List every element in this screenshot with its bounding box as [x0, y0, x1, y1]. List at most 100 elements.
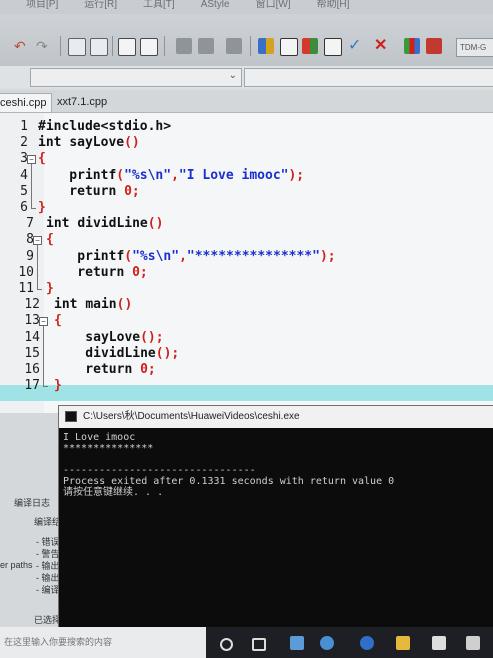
taskbar-search[interactable]: 在这里输入你要搜索的内容: [0, 627, 206, 658]
code-token: (: [116, 167, 125, 183]
devcpp-icon[interactable]: [290, 636, 304, 650]
code-line[interactable]: 8{: [0, 232, 493, 248]
debug-icon[interactable]: [426, 38, 442, 54]
chevron-down-icon: ⌄: [228, 70, 237, 81]
fold-toggle-icon[interactable]: −: [27, 155, 36, 165]
code-token: ();: [155, 345, 180, 361]
code-line[interactable]: 16 return 0;: [0, 362, 493, 378]
compile-log-panel: 编译日志 编译结果 - 错误 - 警告 - 输出 er paths - 输出 -…: [0, 413, 70, 658]
line-number: 9: [26, 248, 34, 264]
code-line[interactable]: 1 #include<stdio.h>: [0, 119, 493, 135]
code-editor[interactable]: 1 #include<stdio.h> 2 int sayLove() 3{4 prin…: [0, 113, 493, 413]
browser-icon[interactable]: [360, 636, 374, 650]
class-function-bar: ⌄: [0, 66, 493, 88]
tab-xxt7-1-cpp[interactable]: xxt7.1.cpp: [52, 93, 112, 111]
bookmark-icon[interactable]: [140, 38, 158, 56]
redo-icon[interactable]: ↷: [36, 38, 52, 54]
toolbar-separator: [112, 36, 113, 56]
compiler-select[interactable]: TDM-G: [456, 38, 493, 57]
console-line: 请按任意键继续. . .: [63, 487, 164, 498]
code-line[interactable]: 5 return 0;: [0, 184, 493, 200]
menu-item[interactable]: 运行[R]: [84, 0, 117, 10]
fold-guide: [31, 164, 32, 208]
menu-item[interactable]: AStyle: [201, 0, 230, 10]
code-token: }: [54, 378, 62, 394]
compile-run-icon[interactable]: [302, 38, 318, 54]
indent-icon[interactable]: [176, 38, 192, 54]
menu-item[interactable]: 项目[P]: [26, 0, 58, 10]
code-line[interactable]: 6}: [0, 200, 493, 216]
code-line[interactable]: 4 printf("%s\n","I Love imooc");: [0, 168, 493, 184]
fold-toggle-icon[interactable]: −: [39, 317, 48, 327]
code-line[interactable]: 15 dividLine();: [0, 346, 493, 362]
run-icon[interactable]: [280, 38, 298, 56]
code-token: dividLine: [54, 345, 156, 361]
code-text: return 0;: [38, 183, 139, 199]
cloud-icon[interactable]: [320, 636, 334, 650]
toolbar-separator: [164, 36, 165, 56]
code-line[interactable]: 7 int dividLine(): [0, 216, 493, 232]
app-icon[interactable]: [466, 636, 480, 650]
code-line[interactable]: 14 sayLove();: [0, 330, 493, 346]
find-icon[interactable]: [68, 38, 86, 56]
code-line[interactable]: 10 return 0;: [0, 265, 493, 281]
chart-icon[interactable]: [404, 38, 420, 54]
toolbar: ↶ ↷ ✓ ✕ TDM-G: [0, 14, 493, 67]
code-line[interactable]: 13 {: [0, 313, 493, 329]
compile-icon[interactable]: [258, 38, 274, 54]
unindent-icon[interactable]: [198, 38, 214, 54]
goto-line-icon[interactable]: [118, 38, 136, 56]
menu-item[interactable]: 工具[T]: [143, 0, 175, 10]
cortana-icon[interactable]: [220, 638, 233, 651]
undo-icon[interactable]: ↶: [14, 38, 30, 54]
code-token: {: [46, 232, 54, 248]
code-token: "***************": [186, 248, 320, 264]
close-icon[interactable]: ✕: [374, 38, 390, 54]
line-number: 8: [26, 232, 34, 248]
code-line[interactable]: 3{: [0, 151, 493, 167]
console-app-icon: [65, 411, 77, 422]
code-token: main: [85, 297, 117, 313]
menu-item[interactable]: 帮助[H]: [317, 0, 350, 10]
code-text: }: [54, 378, 62, 393]
folder-icon[interactable]: [396, 636, 410, 650]
console-line: --------------------------------: [63, 465, 256, 476]
code-line[interactable]: 2 int sayLove(): [0, 135, 493, 151]
rebuild-icon[interactable]: [324, 38, 342, 56]
console-title-bar[interactable]: C:\Users\秋\Documents\HuaweiVideos\ceshi.…: [59, 406, 493, 428]
code-line[interactable]: 9 printf("%s\n","***************");: [0, 249, 493, 265]
console-output: I Love imooc *************** -------------…: [63, 432, 491, 498]
fold-guide: [31, 208, 36, 209]
console-window[interactable]: C:\Users\秋\Documents\HuaweiVideos\ceshi.…: [58, 405, 493, 629]
code-token: sayLove: [69, 135, 125, 151]
code-token: ,: [171, 167, 179, 183]
fold-toggle-icon[interactable]: −: [33, 236, 42, 246]
code-token: (: [124, 248, 133, 264]
toolbar-separator: [60, 36, 61, 56]
code-text: int sayLove(): [38, 135, 140, 150]
task-view-icon[interactable]: [252, 638, 266, 651]
store-icon[interactable]: [432, 636, 446, 650]
compile-log-tab[interactable]: 编译日志: [14, 496, 50, 509]
function-select[interactable]: [244, 68, 493, 87]
code-line[interactable]: 17}: [0, 378, 493, 394]
code-token: return: [54, 362, 141, 377]
code-token: int: [38, 135, 70, 151]
replace-icon[interactable]: [90, 38, 108, 56]
code-token: int: [46, 216, 78, 232]
console-line: ***************: [63, 443, 154, 454]
code-line[interactable]: 11}: [0, 281, 493, 297]
menu-item[interactable]: 窗口[W]: [256, 0, 291, 10]
toggle-comment-icon[interactable]: [226, 38, 242, 54]
class-select[interactable]: ⌄: [30, 68, 242, 87]
code-text: int main(): [54, 297, 132, 312]
code-line[interactable]: 12 int main(): [0, 297, 493, 313]
tab-ceshi-cpp[interactable]: ceshi.cpp: [0, 93, 53, 112]
check-icon[interactable]: ✓: [348, 38, 364, 54]
code-text: }: [46, 281, 54, 296]
code-text: dividLine();: [54, 346, 179, 361]
console-line: I Love imooc: [63, 432, 136, 443]
code-token: 0: [124, 183, 132, 199]
code-token: return: [46, 264, 133, 280]
code-token: printf: [46, 248, 125, 264]
